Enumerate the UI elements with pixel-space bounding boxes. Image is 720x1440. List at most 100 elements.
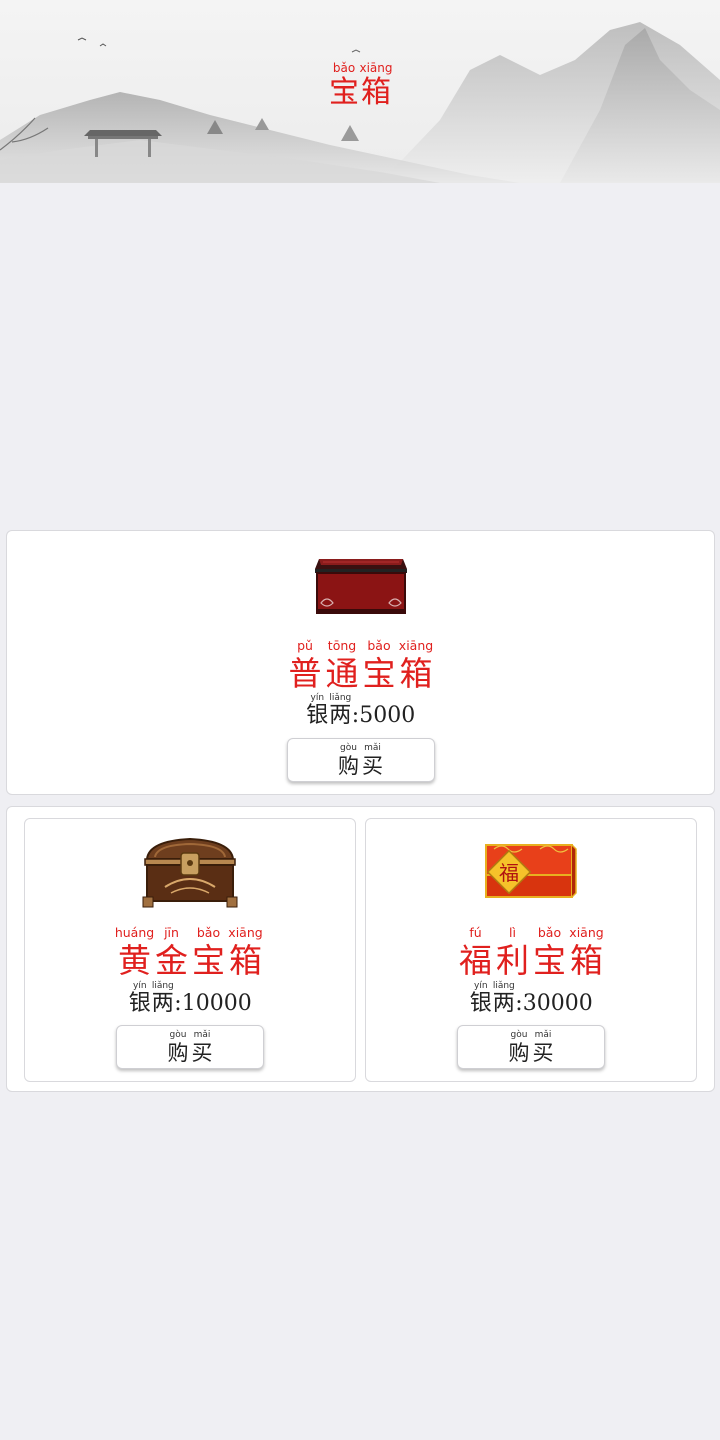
name-char: xiāng 箱 [227,925,264,980]
hanzi: 宝 [362,653,396,693]
pinyin: huáng [114,925,155,940]
hanzi: 黄 [118,940,151,980]
pinyin: pǔ [297,638,313,653]
hanzi: 买 [532,1040,554,1065]
pinyin: liǎng [492,981,515,991]
header-banner: bǎo 宝 xiāng 箱 [0,0,720,183]
name-char: bǎo 宝 [531,925,568,980]
pinyin: xiāng [359,61,393,75]
hanzi: 银 [306,703,329,728]
price-label-char: yín 银 [128,982,151,1015]
buy-button[interactable]: gòu 购 mǎi 买 [457,1025,605,1069]
wooden-chest-icon [142,837,238,908]
buy-char: mǎi 买 [361,742,385,778]
buy-char: mǎi 买 [190,1029,214,1065]
fortune-emblem: 福 [499,861,519,885]
price-label-char: yín 银 [306,694,329,727]
price-separator: : [351,703,360,728]
pinyin: tōng [327,638,357,653]
hanzi: 购 [167,1040,189,1065]
hanzi: 两 [492,991,515,1016]
pinyin: fú [469,925,482,940]
hanzi: 箱 [570,940,603,980]
chest-name: fú 福 lì 利 bǎo 宝 xiāng 箱 [366,925,696,980]
pinyin: bǎo [332,61,356,75]
pinyin: xiāng [569,925,604,940]
pinyin: gòu [169,1029,187,1040]
hanzi: 购 [508,1040,530,1065]
price-label-char: yín 银 [469,982,492,1015]
price-label-char: liǎng 两 [492,982,515,1015]
name-char: fú 福 [457,925,494,980]
chest-price: yín 银 liǎng 两 : 10000 [25,982,355,1015]
pinyin: lì [509,925,516,940]
premium-chests-card: huáng 黄 jīn 金 bǎo 宝 xiāng 箱 yín 银 liǎng 两 : 10… [6,806,715,1092]
hanzi: 购 [338,753,359,778]
pinyin: jīn [164,925,179,940]
hanzi: 银 [469,991,492,1016]
price-separator: : [174,991,182,1016]
pinyin: liǎng [151,981,174,991]
hanzi: 金 [155,940,188,980]
hanzi: 箱 [229,940,262,980]
hanzi: 两 [151,991,174,1016]
pinyin: mǎi [534,1029,552,1040]
pinyin: xiāng [228,925,263,940]
pinyin: xiāng [398,638,434,653]
title-char: bǎo 宝 [328,62,360,108]
pinyin: liǎng [329,693,352,703]
name-char: huáng 黄 [114,925,155,980]
hanzi: 通 [325,653,359,693]
price-separator: : [515,991,523,1016]
price-label-char: liǎng 两 [151,982,174,1015]
pinyin: bǎo [367,638,391,653]
hanzi: 宝 [192,940,225,980]
fortune-chest-card: 福 fú 福 lì 利 bǎo 宝 xiāng 箱 yín 银 liǎng 两 : 3000… [365,818,697,1082]
hanzi: 箱 [361,75,391,110]
hanzi: 宝 [533,940,566,980]
gold-chest-card: huáng 黄 jīn 金 bǎo 宝 xiāng 箱 yín 银 liǎng 两 : 10… [24,818,356,1082]
page-title: bǎo 宝 xiāng 箱 [0,62,720,108]
chest-name: pǔ 普 tōng 通 bǎo 宝 xiāng 箱 [7,638,714,693]
buy-char: gòu 购 [337,743,361,778]
hanzi: 普 [288,653,322,693]
pinyin: mǎi [193,1029,211,1040]
name-char: lì 利 [494,925,531,980]
name-char: bǎo 宝 [361,638,398,693]
chest-price: yín 银 liǎng 两 : 30000 [366,982,696,1015]
title-char: xiāng 箱 [359,61,393,110]
price-value: 10000 [181,991,252,1016]
pinyin: bǎo [196,925,221,940]
pinyin: yín [133,981,147,991]
pinyin: bǎo [537,925,562,940]
buy-button[interactable]: gòu 购 mǎi 买 [286,738,435,782]
chest-name: huáng 黄 jīn 金 bǎo 宝 xiāng 箱 [25,925,355,980]
hanzi: 两 [329,703,352,728]
buy-char: gòu 购 [507,1029,531,1065]
name-char: xiāng 箱 [568,925,605,980]
chest-price: yín 银 liǎng 两 : 5000 [7,694,714,727]
hanzi: 买 [191,1040,213,1065]
price-label-char: liǎng 两 [329,694,352,727]
fortune-box-icon: 福 [485,844,577,898]
pinyin: gòu [510,1029,528,1040]
pinyin: mǎi [364,742,381,753]
name-char: tōng 通 [324,638,361,693]
pinyin: yín [310,693,325,703]
pinyin: yín [474,981,488,991]
price-value: 5000 [359,703,416,728]
name-char: xiāng 箱 [398,638,435,689]
red-chest-icon [314,559,407,614]
buy-button[interactable]: gòu 购 mǎi 买 [116,1025,264,1069]
page-title-row: bǎo 宝 xiāng 箱 [328,61,393,110]
hanzi: 利 [496,940,529,980]
name-char: bǎo 宝 [190,925,227,980]
hanzi: 福 [459,940,492,980]
price-value: 30000 [522,991,593,1016]
buy-char: gòu 购 [166,1029,190,1065]
common-chest-card: pǔ 普 tōng 通 bǎo 宝 xiāng 箱 yín 银 liǎng 两 : 5000… [6,530,715,795]
buy-char: mǎi 买 [531,1029,555,1065]
hanzi: 宝 [329,75,359,110]
hanzi: 买 [362,753,383,778]
name-char: jīn 金 [153,925,190,980]
